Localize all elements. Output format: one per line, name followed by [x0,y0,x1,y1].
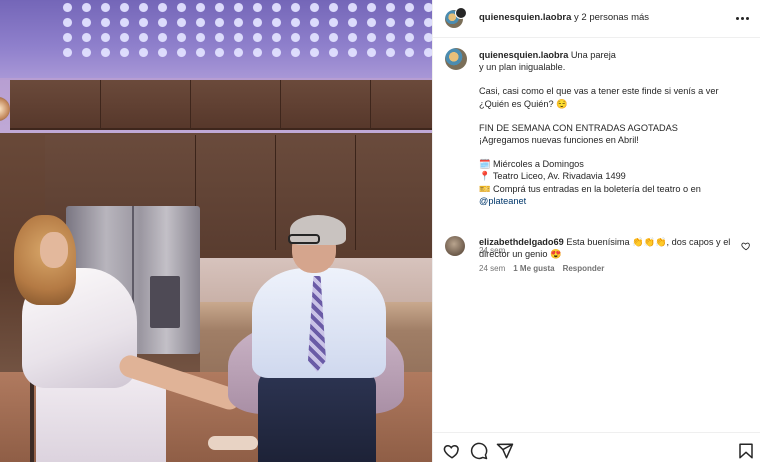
comment-text: elizabethdelgado69 Esta buenísima 👏👏👏, d… [479,237,731,260]
action-bar [433,432,760,462]
collaborator-avatar[interactable] [455,7,467,19]
commenter-avatar[interactable] [445,236,465,256]
comment-icon[interactable] [470,442,488,460]
author-username[interactable]: quienesquien.laobra [479,12,571,23]
more-horizontal-icon[interactable] [733,10,751,26]
comment-meta: 24 sem 1 Me gusta Responder [479,264,604,273]
collaborators-text[interactable]: y 2 personas más [571,12,649,23]
post-header: quienesquien.laobra y 2 personas más [433,0,760,38]
ceiling-lights [58,0,432,58]
comment-likes[interactable]: 1 Me gusta [513,264,554,273]
heart-icon[interactable] [443,442,461,460]
comment-heart-icon[interactable] [741,241,751,251]
share-icon[interactable] [496,442,514,460]
comment-item: elizabethdelgado69 Esta buenísima 👏👏👏, d… [433,228,760,288]
caption-username[interactable]: quienesquien.laobra [479,50,568,60]
instagram-post: quienesquien.laobra y 2 personas más qui… [0,0,760,462]
bookmark-icon[interactable] [737,442,755,460]
caption-avatar[interactable] [445,48,467,70]
caption-text: quienesquien.laobra Una pareja y un plan… [479,50,719,206]
post-panel: quienesquien.laobra y 2 personas más qui… [432,0,760,462]
post-photo[interactable] [0,0,432,462]
author-names: quienesquien.laobra y 2 personas más [479,12,649,23]
reply-button[interactable]: Responder [563,264,605,273]
commenter-username[interactable]: elizabethdelgado69 [479,237,564,247]
mention-link[interactable]: @plateanet [479,196,526,206]
comment-timestamp[interactable]: 24 sem [479,264,505,273]
